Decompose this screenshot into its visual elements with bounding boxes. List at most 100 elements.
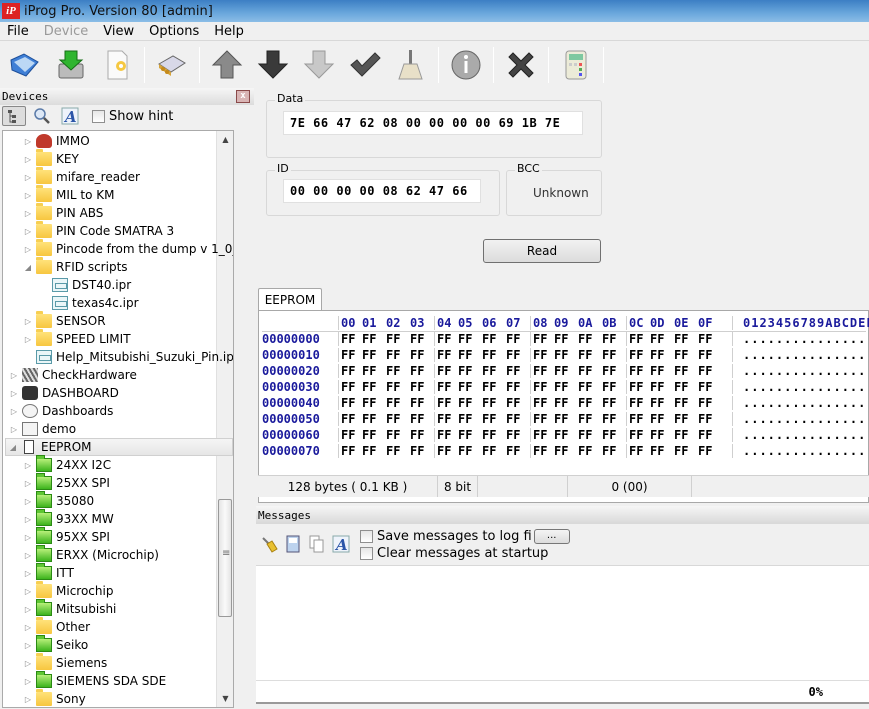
hex-byte[interactable]: FF	[434, 412, 458, 426]
hex-byte[interactable]: FF	[530, 428, 554, 442]
hex-byte[interactable]: FF	[386, 396, 410, 410]
expand-icon[interactable]: ▷	[23, 605, 33, 614]
hex-byte[interactable]: FF	[650, 428, 674, 442]
expand-icon[interactable]: ▷	[23, 497, 33, 506]
save-button[interactable]	[52, 46, 90, 84]
expand-icon[interactable]: ▷	[23, 461, 33, 470]
tree-item[interactable]: ▷ 24XX I2C	[23, 455, 111, 474]
expand-icon[interactable]: ▷	[23, 695, 33, 704]
hex-byte[interactable]: FF	[338, 364, 362, 378]
tree-item[interactable]: ▷ Dashboards	[9, 402, 113, 420]
hex-byte[interactable]: FF	[578, 348, 602, 362]
hex-byte[interactable]: FF	[698, 364, 722, 378]
tree-item[interactable]: ▷ 93XX MW	[23, 509, 114, 528]
delete-button[interactable]	[502, 46, 540, 84]
open-button[interactable]	[6, 46, 44, 84]
hex-byte[interactable]: FF	[626, 396, 650, 410]
scroll-up-icon[interactable]: ▲	[217, 131, 233, 148]
expand-icon[interactable]: ▷	[23, 317, 33, 326]
hex-byte[interactable]: FF	[602, 364, 626, 378]
tab-eeprom[interactable]: EEPROM	[258, 288, 322, 311]
hex-byte[interactable]: FF	[554, 332, 578, 346]
expand-icon[interactable]: ▷	[23, 677, 33, 686]
clear-startup-check[interactable]	[360, 547, 373, 560]
save-log-check[interactable]	[360, 530, 373, 543]
hex-byte[interactable]: FF	[626, 428, 650, 442]
tree-item[interactable]: ▷ Seiko	[23, 635, 88, 654]
tree-item[interactable]: ▷ KEY	[23, 149, 79, 168]
tree-item[interactable]: ▷ Sony	[23, 689, 86, 707]
ascii-text[interactable]: ................	[732, 380, 869, 394]
tree-item[interactable]: Help_Mitsubishi_Suzuki_Pin.ipr	[23, 348, 233, 366]
hex-byte[interactable]: FF	[386, 364, 410, 378]
hex-byte[interactable]: FF	[530, 412, 554, 426]
hex-byte[interactable]: FF	[434, 332, 458, 346]
menu-device[interactable]: Device	[37, 24, 96, 39]
hex-byte[interactable]: FF	[698, 444, 722, 458]
menu-help[interactable]: Help	[207, 24, 252, 39]
hex-byte[interactable]: FF	[482, 396, 506, 410]
hex-byte[interactable]: FF	[506, 380, 530, 394]
hex-byte[interactable]: FF	[386, 412, 410, 426]
ascii-text[interactable]: ................	[732, 396, 869, 410]
hex-byte[interactable]: FF	[698, 412, 722, 426]
tree-item[interactable]: ▷ 35080	[23, 491, 94, 510]
hex-byte[interactable]: FF	[410, 412, 434, 426]
hex-byte[interactable]: FF	[674, 380, 698, 394]
expand-icon[interactable]: ▷	[9, 407, 19, 416]
ascii-text[interactable]: ................	[732, 428, 869, 442]
hex-byte[interactable]: FF	[362, 396, 386, 410]
expand-icon[interactable]: ▷	[23, 479, 33, 488]
hex-byte[interactable]: FF	[674, 444, 698, 458]
hex-byte[interactable]: FF	[434, 380, 458, 394]
ascii-text[interactable]: ................	[732, 412, 869, 426]
expand-icon[interactable]: ▷	[23, 569, 33, 578]
hex-byte[interactable]: FF	[650, 364, 674, 378]
hex-byte[interactable]: FF	[458, 428, 482, 442]
hex-byte[interactable]: FF	[602, 444, 626, 458]
expand-icon[interactable]: ▷	[23, 587, 33, 596]
tree-item[interactable]: DST40.ipr	[39, 276, 131, 294]
expand-icon[interactable]: ▷	[23, 659, 33, 668]
hex-byte[interactable]: FF	[410, 380, 434, 394]
expand-icon[interactable]: ▷	[23, 641, 33, 650]
hex-byte[interactable]: FF	[362, 428, 386, 442]
hex-byte[interactable]: FF	[410, 444, 434, 458]
expand-icon[interactable]: ▷	[23, 155, 33, 164]
scroll-down-icon[interactable]: ▼	[217, 690, 233, 707]
calculator-button[interactable]	[557, 46, 595, 84]
hex-byte[interactable]: FF	[650, 332, 674, 346]
collapse-icon[interactable]: ◢	[23, 263, 33, 272]
browse-log-button[interactable]: ...	[533, 529, 570, 544]
data-field[interactable]: 7E 66 47 62 08 00 00 00 00 69 1B 7E	[283, 111, 583, 135]
hex-byte[interactable]: FF	[434, 348, 458, 362]
hex-byte[interactable]: FF	[602, 428, 626, 442]
hex-byte[interactable]: FF	[650, 348, 674, 362]
tree-item[interactable]: ▷ CheckHardware	[9, 366, 137, 384]
hex-byte[interactable]: FF	[410, 332, 434, 346]
hex-byte[interactable]: FF	[482, 412, 506, 426]
hex-byte[interactable]: FF	[410, 428, 434, 442]
hex-byte[interactable]: FF	[578, 396, 602, 410]
download-button[interactable]	[254, 46, 292, 84]
hex-byte[interactable]: FF	[554, 396, 578, 410]
expand-icon[interactable]: ▷	[23, 227, 33, 236]
hex-byte[interactable]: FF	[698, 380, 722, 394]
hex-byte[interactable]: FF	[362, 444, 386, 458]
hex-byte[interactable]: FF	[338, 444, 362, 458]
expand-icon[interactable]: ▷	[23, 533, 33, 542]
collapse-icon[interactable]: ◢	[8, 443, 18, 452]
erase-button[interactable]	[392, 46, 430, 84]
clear-messages-button[interactable]	[260, 535, 278, 553]
hex-byte[interactable]: FF	[530, 332, 554, 346]
expand-icon[interactable]: ▷	[23, 623, 33, 632]
hex-byte[interactable]: FF	[626, 380, 650, 394]
hex-byte[interactable]: FF	[602, 332, 626, 346]
hex-byte[interactable]: FF	[386, 332, 410, 346]
tree-item[interactable]: ◢ EEPROM	[5, 438, 233, 456]
hex-byte[interactable]: FF	[434, 396, 458, 410]
hex-byte[interactable]: FF	[602, 348, 626, 362]
expand-icon[interactable]: ▷	[23, 209, 33, 218]
tree-item[interactable]: ▷ DASHBOARD	[9, 384, 119, 402]
hex-byte[interactable]: FF	[578, 444, 602, 458]
